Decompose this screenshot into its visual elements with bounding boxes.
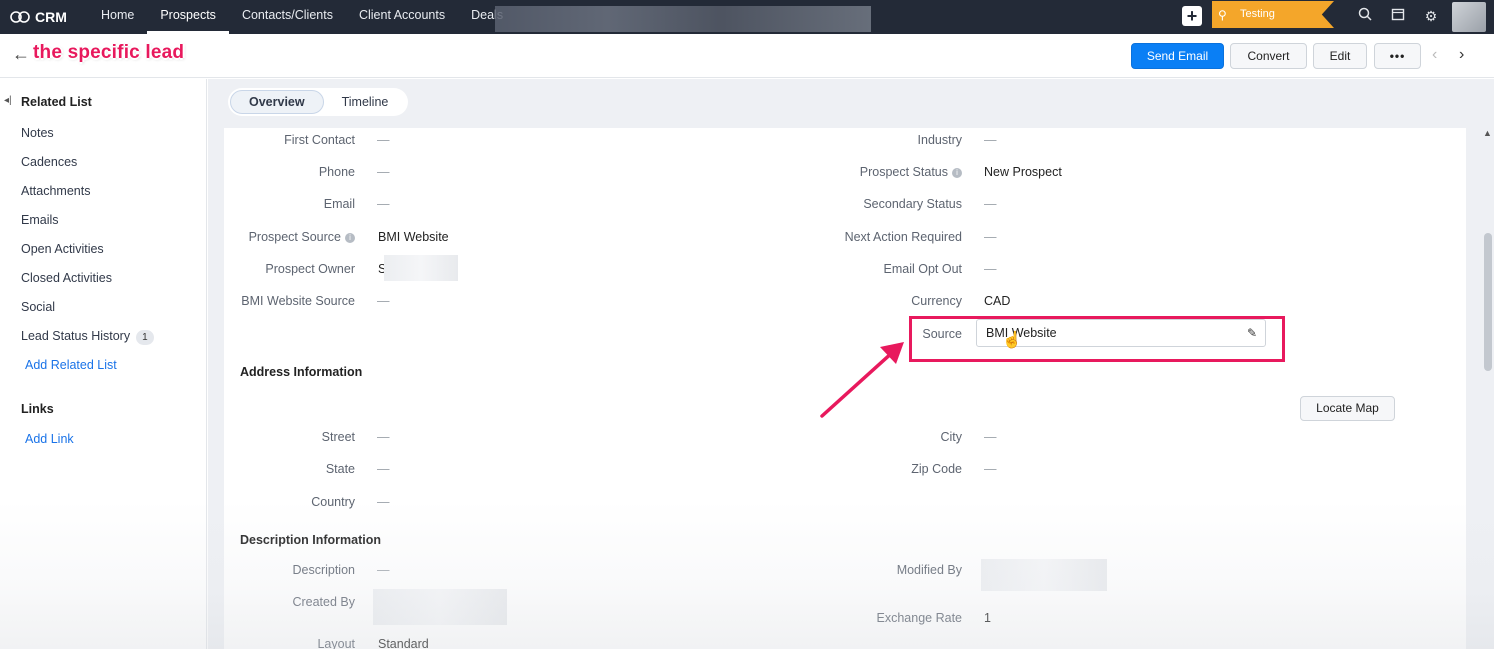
field-value-description[interactable]: — (377, 563, 390, 577)
field-value-phone[interactable]: — (377, 165, 390, 179)
crm-logo[interactable]: CRM (10, 9, 88, 25)
record-content: Overview Timeline First Contact — Phone … (208, 79, 1494, 649)
collapse-sidebar-icon[interactable]: ◂| (4, 95, 12, 106)
nav-tab-client-accounts[interactable]: Client Accounts (346, 0, 458, 34)
field-label-phone: Phone (318, 165, 355, 179)
field-label-exchange-rate: Exchange Rate (876, 611, 962, 625)
annotation-label: the specific lead (33, 42, 185, 63)
field-label-prospect-source: Prospect Source i (155, 230, 355, 244)
sidebar-item-label: Lead Status History (21, 329, 131, 343)
links-title: Links (21, 402, 54, 416)
add-link-link[interactable]: Add Link (25, 432, 74, 446)
count-badge: 1 (136, 330, 154, 345)
scrollbar-thumb[interactable] (1484, 233, 1492, 371)
locate-map-button[interactable]: Locate Map (1300, 396, 1395, 421)
field-label-email: Email (323, 197, 355, 211)
field-value-country[interactable]: — (377, 495, 390, 509)
field-label-bmi-website-source: BMI Website Source (241, 294, 355, 308)
field-label-email-opt-out: Email Opt Out (883, 262, 963, 276)
redacted-owner-name (384, 255, 458, 281)
field-label-state: State (325, 462, 355, 476)
sandbox-badge[interactable]: ⚲ Testing (1212, 1, 1334, 28)
field-value-state[interactable]: — (377, 462, 390, 476)
related-list-title: Related List (21, 95, 92, 109)
add-related-list-link[interactable]: Add Related List (25, 358, 117, 372)
field-label-description: Description (292, 563, 355, 577)
nav-tab-home[interactable]: Home (88, 0, 147, 34)
redacted-created-by (373, 589, 507, 625)
field-label-created-by: Created By (292, 595, 355, 609)
sandbox-label: Testing (1240, 8, 1275, 20)
previous-record-icon[interactable]: ‹ (1432, 46, 1437, 64)
field-value-prospect-source[interactable]: BMI Website (378, 230, 449, 244)
sidebar-item-cadences[interactable]: Cadences (21, 155, 77, 169)
field-value-email[interactable]: — (377, 197, 390, 211)
field-label-prospect-owner: Prospect Owner (265, 262, 355, 276)
field-label-city: City (940, 430, 962, 444)
more-options-button[interactable]: ••• (1374, 43, 1421, 69)
field-label-street: Street (321, 430, 355, 444)
field-value-currency[interactable]: CAD (984, 294, 1010, 308)
field-value-email-opt-out[interactable]: — (984, 262, 997, 276)
calendar-icon[interactable] (1389, 7, 1407, 25)
field-label-prospect-status: Prospect Status i (762, 165, 962, 179)
field-label-layout: Layout (317, 637, 355, 649)
record-header: ← the specific lead Send Email Convert E… (0, 34, 1494, 78)
redacted-nav-tabs (495, 6, 871, 32)
field-label-industry: Industry (917, 133, 962, 147)
app-name: CRM (35, 9, 67, 25)
sidebar-item-open-activities[interactable]: Open Activities (21, 242, 104, 256)
top-navigation-bar: CRM Home Prospects Contacts/Clients Clie… (0, 0, 1494, 34)
sidebar-item-social[interactable]: Social (21, 300, 55, 314)
info-icon[interactable]: i (345, 233, 355, 243)
search-icon[interactable] (1356, 7, 1374, 25)
field-value-exchange-rate[interactable]: 1 (984, 611, 991, 625)
user-avatar[interactable] (1452, 2, 1486, 32)
redacted-modified-by (981, 559, 1107, 591)
vertical-scrollbar[interactable]: ▲ (1482, 128, 1494, 649)
field-value-layout[interactable]: Standard (378, 637, 429, 649)
field-value-secondary-status[interactable]: — (984, 197, 997, 211)
sidebar-item-emails[interactable]: Emails (21, 213, 59, 227)
field-value-street[interactable]: — (377, 430, 390, 444)
nav-tab-prospects[interactable]: Prospects (147, 0, 229, 34)
field-value-zip-code[interactable]: — (984, 462, 997, 476)
back-arrow-icon[interactable]: ← (12, 44, 30, 65)
scroll-up-icon[interactable]: ▲ (1483, 128, 1492, 138)
add-icon[interactable]: + (1182, 6, 1202, 26)
convert-button[interactable]: Convert (1230, 43, 1307, 69)
field-value-prospect-status[interactable]: New Prospect (984, 165, 1062, 179)
crm-logo-icon (10, 11, 30, 23)
bicycle-icon: ⚲ (1218, 8, 1227, 22)
sidebar-item-notes[interactable]: Notes (21, 126, 54, 140)
field-label-currency: Currency (911, 294, 962, 308)
section-title-description: Description Information (240, 533, 381, 547)
tab-timeline[interactable]: Timeline (324, 90, 407, 114)
field-value-next-action-required[interactable]: — (984, 230, 997, 244)
field-label-modified-by: Modified By (896, 563, 962, 577)
field-value-bmi-website-source[interactable]: — (377, 294, 390, 308)
edit-button[interactable]: Edit (1313, 43, 1367, 69)
send-email-button[interactable]: Send Email (1131, 43, 1224, 69)
sidebar-item-lead-status-history[interactable]: Lead Status History 1 (21, 329, 154, 345)
field-value-city[interactable]: — (984, 430, 997, 444)
highlight-box (909, 316, 1285, 362)
nav-tab-contacts-clients[interactable]: Contacts/Clients (229, 0, 346, 34)
sidebar-item-attachments[interactable]: Attachments (21, 184, 90, 198)
info-icon[interactable]: i (952, 168, 962, 178)
gear-icon[interactable]: ⚙ (1422, 7, 1440, 25)
record-tabs: Overview Timeline (228, 88, 409, 116)
tab-overview[interactable]: Overview (230, 90, 324, 114)
field-value-first-contact[interactable]: — (377, 133, 390, 147)
next-record-icon[interactable]: › (1459, 46, 1464, 64)
field-value-industry[interactable]: — (984, 133, 997, 147)
field-label-next-action-required: Next Action Required (844, 230, 962, 244)
sidebar-item-closed-activities[interactable]: Closed Activities (21, 271, 112, 285)
annotation-arrow-icon (820, 342, 904, 418)
section-title-address: Address Information (240, 365, 363, 379)
field-label-zip-code: Zip Code (911, 462, 962, 476)
field-label-first-contact: First Contact (284, 133, 355, 147)
field-label-secondary-status: Secondary Status (863, 197, 962, 211)
field-label-country: Country (311, 495, 355, 509)
